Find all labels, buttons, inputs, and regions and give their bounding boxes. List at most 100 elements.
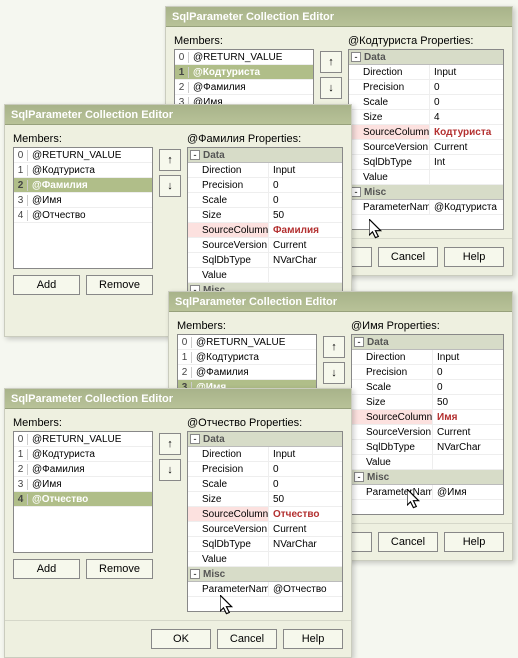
member-row[interactable]: 0 @RETURN_VALUE bbox=[178, 335, 316, 350]
property-row[interactable]: Scale 0 bbox=[188, 193, 342, 208]
property-row[interactable]: Size 50 bbox=[188, 208, 342, 223]
property-row[interactable]: SqlDbType NVarChar bbox=[352, 440, 503, 455]
property-row[interactable]: ParameterName @Имя bbox=[352, 485, 503, 500]
property-row[interactable]: SqlDbType NVarChar bbox=[188, 253, 342, 268]
property-category-data[interactable]: -Data bbox=[349, 50, 503, 65]
expand-icon: - bbox=[354, 337, 364, 347]
member-row[interactable]: 3 @Имя bbox=[14, 193, 152, 208]
member-row[interactable]: 0 @RETURN_VALUE bbox=[14, 148, 152, 163]
property-category-misc[interactable]: -Misc bbox=[352, 470, 503, 485]
member-name: @Отчество bbox=[28, 494, 152, 505]
property-row[interactable]: Scale 0 bbox=[188, 477, 342, 492]
property-category-data[interactable]: -Data bbox=[188, 148, 342, 163]
property-grid[interactable]: -Data Direction Input Precision 0 Scale … bbox=[351, 334, 504, 515]
members-listbox[interactable]: 0 @RETURN_VALUE 1 @Кодтуриста 2 @Фамилия… bbox=[13, 147, 153, 269]
member-row[interactable]: 1 @Кодтуриста bbox=[175, 65, 313, 80]
property-row[interactable]: Direction Input bbox=[188, 447, 342, 462]
property-row[interactable]: SourceVersion Current bbox=[352, 425, 503, 440]
property-row[interactable]: ParameterName @Кодтуриста bbox=[349, 200, 503, 215]
property-grid[interactable]: -Data Direction Input Precision 0 Scale … bbox=[348, 49, 504, 230]
ok-button[interactable]: OK bbox=[151, 629, 211, 649]
property-row[interactable]: Direction Input bbox=[188, 163, 342, 178]
members-listbox[interactable]: 0 @RETURN_VALUE 1 @Кодтуриста 2 @Фамилия… bbox=[13, 431, 153, 553]
property-row[interactable]: SqlDbType Int bbox=[349, 155, 503, 170]
property-grid[interactable]: -Data Direction Input Precision 0 Scale … bbox=[187, 431, 343, 612]
property-category-misc[interactable]: -Misc bbox=[188, 567, 342, 582]
move-up-button[interactable]: ↑ bbox=[159, 149, 181, 171]
property-category-data[interactable]: -Data bbox=[188, 432, 342, 447]
members-label: Members: bbox=[177, 320, 317, 332]
property-row[interactable]: Scale 0 bbox=[349, 95, 503, 110]
property-row[interactable]: Precision 0 bbox=[188, 462, 342, 477]
member-row[interactable]: 1 @Кодтуриста bbox=[14, 163, 152, 178]
member-row[interactable]: 2 @Фамилия bbox=[178, 365, 316, 380]
property-value: Input bbox=[268, 163, 342, 177]
remove-button[interactable]: Remove bbox=[86, 275, 153, 295]
properties-label: @Отчество Properties: bbox=[187, 417, 343, 429]
property-category-data[interactable]: -Data bbox=[352, 335, 503, 350]
property-row[interactable]: SourceColumn Имя bbox=[352, 410, 503, 425]
properties-label: @Имя Properties: bbox=[351, 320, 504, 332]
member-row[interactable]: 0 @RETURN_VALUE bbox=[14, 432, 152, 447]
property-row[interactable]: SourceColumn Фамилия bbox=[188, 223, 342, 238]
property-row[interactable]: Direction Input bbox=[349, 65, 503, 80]
help-button[interactable]: Help bbox=[444, 247, 504, 267]
property-row[interactable]: SourceVersion Current bbox=[188, 522, 342, 537]
expand-icon: - bbox=[351, 187, 361, 197]
property-name: Precision bbox=[188, 462, 268, 476]
add-button[interactable]: Add bbox=[13, 275, 80, 295]
property-row[interactable]: ParameterName @Отчество bbox=[188, 582, 342, 597]
property-row[interactable]: Size 50 bbox=[188, 492, 342, 507]
property-value bbox=[268, 552, 342, 566]
member-row[interactable]: 1 @Кодтуриста bbox=[14, 447, 152, 462]
member-row[interactable]: 2 @Фамилия bbox=[14, 462, 152, 477]
help-button[interactable]: Help bbox=[444, 532, 504, 552]
member-name: @RETURN_VALUE bbox=[192, 337, 316, 348]
help-button[interactable]: Help bbox=[283, 629, 343, 649]
member-row[interactable]: 0 @RETURN_VALUE bbox=[175, 50, 313, 65]
dialog-titlebar[interactable]: SqlParameter Collection Editor bbox=[5, 105, 351, 125]
member-row[interactable]: 4 @Отчество bbox=[14, 208, 152, 223]
property-row[interactable]: Precision 0 bbox=[352, 365, 503, 380]
add-button[interactable]: Add bbox=[13, 559, 80, 579]
member-index: 0 bbox=[14, 434, 28, 445]
cancel-button[interactable]: Cancel bbox=[378, 247, 438, 267]
property-row[interactable]: Size 4 bbox=[349, 110, 503, 125]
move-down-button[interactable]: ↓ bbox=[159, 175, 181, 197]
member-row[interactable]: 2 @Фамилия bbox=[14, 178, 152, 193]
property-row[interactable]: Size 50 bbox=[352, 395, 503, 410]
member-row[interactable]: 3 @Имя bbox=[14, 477, 152, 492]
property-value bbox=[429, 170, 503, 184]
move-up-button[interactable]: ↑ bbox=[159, 433, 181, 455]
cancel-button[interactable]: Cancel bbox=[217, 629, 277, 649]
property-category-misc[interactable]: -Misc bbox=[349, 185, 503, 200]
dialog-titlebar[interactable]: SqlParameter Collection Editor bbox=[5, 389, 351, 409]
property-row[interactable]: SourceVersion Current bbox=[188, 238, 342, 253]
property-row[interactable]: Precision 0 bbox=[188, 178, 342, 193]
property-name: ParameterName bbox=[352, 485, 432, 499]
member-row[interactable]: 2 @Фамилия bbox=[175, 80, 313, 95]
property-row[interactable]: Direction Input bbox=[352, 350, 503, 365]
move-down-button[interactable]: ↓ bbox=[320, 77, 342, 99]
cancel-button[interactable]: Cancel bbox=[378, 532, 438, 552]
member-row[interactable]: 1 @Кодтуриста bbox=[178, 350, 316, 365]
property-row[interactable]: SourceVersion Current bbox=[349, 140, 503, 155]
property-row[interactable]: Value bbox=[188, 552, 342, 567]
member-row[interactable]: 4 @Отчество bbox=[14, 492, 152, 507]
property-row[interactable]: SqlDbType NVarChar bbox=[188, 537, 342, 552]
property-row[interactable]: Precision 0 bbox=[349, 80, 503, 95]
property-row[interactable]: Scale 0 bbox=[352, 380, 503, 395]
property-row[interactable]: SourceColumn Кодтуриста bbox=[349, 125, 503, 140]
remove-button[interactable]: Remove bbox=[86, 559, 153, 579]
property-row[interactable]: Value bbox=[349, 170, 503, 185]
move-up-button[interactable]: ↑ bbox=[323, 336, 345, 358]
property-row[interactable]: Value bbox=[188, 268, 342, 283]
move-down-button[interactable]: ↓ bbox=[159, 459, 181, 481]
property-row[interactable]: SourceColumn Отчество bbox=[188, 507, 342, 522]
property-row[interactable]: Value bbox=[352, 455, 503, 470]
dialog-titlebar[interactable]: SqlParameter Collection Editor bbox=[169, 292, 512, 312]
move-up-button[interactable]: ↑ bbox=[320, 51, 342, 73]
member-name: @Фамилия bbox=[28, 464, 152, 475]
move-down-button[interactable]: ↓ bbox=[323, 362, 345, 384]
dialog-titlebar[interactable]: SqlParameter Collection Editor bbox=[166, 7, 512, 27]
